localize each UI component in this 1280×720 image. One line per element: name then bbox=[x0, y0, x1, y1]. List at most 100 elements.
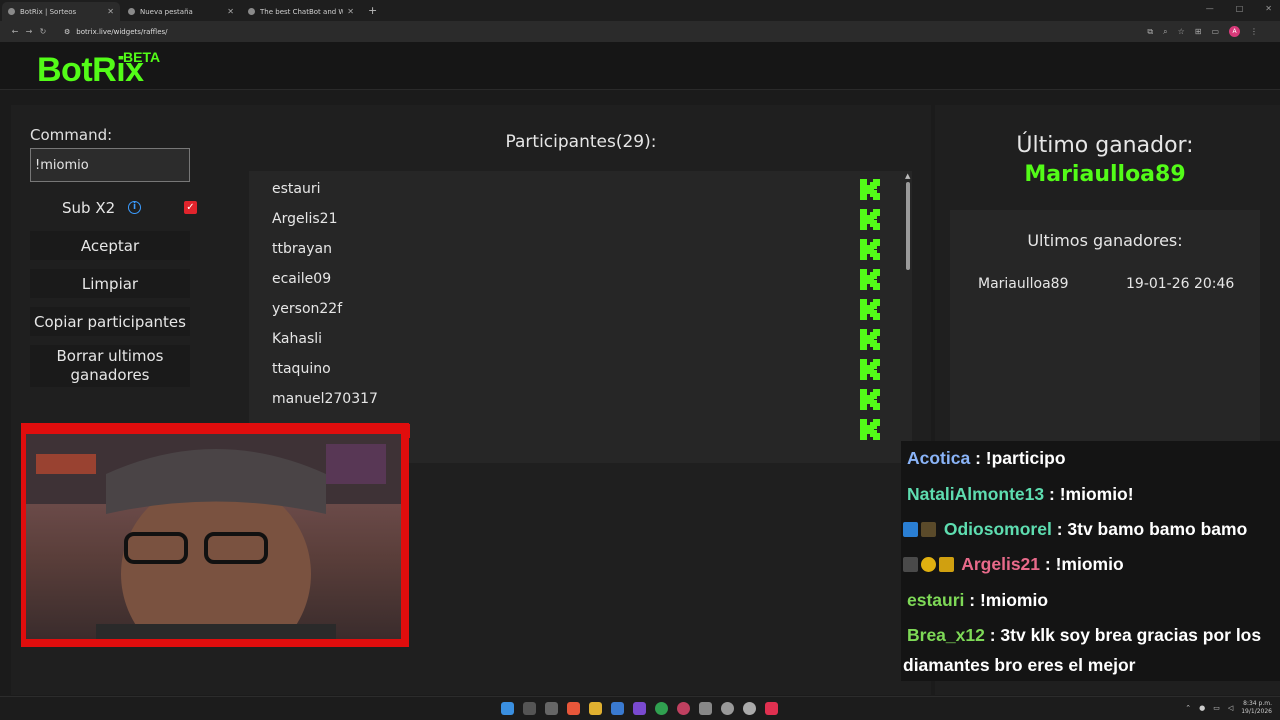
close-tab-icon[interactable]: ✕ bbox=[227, 7, 234, 16]
recent-winner-name: Mariaulloa89 bbox=[978, 276, 1069, 292]
scroll-up-arrow-icon[interactable]: ▲ bbox=[905, 172, 910, 180]
chat-message-continuation: diamantes bro eres el mejor bbox=[903, 655, 1136, 675]
volume-icon[interactable]: ◁ bbox=[1228, 704, 1233, 712]
kick-icon bbox=[860, 269, 880, 290]
network-icon[interactable]: ▭ bbox=[1213, 704, 1220, 712]
twitch-icon[interactable] bbox=[633, 702, 646, 715]
sub-x2-checkbox[interactable]: ✓ bbox=[184, 201, 197, 214]
chat-message: NataliAlmonte13 : !miomio! bbox=[907, 484, 1134, 505]
folder-icon[interactable] bbox=[589, 702, 602, 715]
url-field[interactable]: ⚙ botrix.live/widgets/raffles/ bbox=[64, 28, 168, 36]
chat-username: Argelis21 bbox=[961, 554, 1041, 574]
clock[interactable]: 8:34 p.m. 19/1/2026 bbox=[1241, 700, 1272, 716]
participant-row: Argelis21 bbox=[249, 203, 899, 233]
sub-x2-label: Sub X2 bbox=[62, 199, 116, 217]
streamer-silhouette bbox=[26, 434, 401, 639]
participant-name: Argelis21 bbox=[272, 211, 338, 227]
chat-text: : !miomio bbox=[1044, 554, 1124, 574]
chat-message: Argelis21 : !miomio bbox=[903, 554, 1124, 575]
skull-badge-icon bbox=[921, 522, 936, 537]
extensions-icon[interactable]: ⊞ bbox=[1195, 27, 1202, 36]
close-tab-icon[interactable]: ✕ bbox=[347, 7, 354, 16]
participant-row: ttbrayan bbox=[249, 233, 899, 263]
participant-row: ttaquino bbox=[249, 353, 899, 383]
participant-row: yerson22f bbox=[249, 293, 899, 323]
back-icon[interactable]: ← bbox=[8, 27, 22, 36]
bookmark-star-icon[interactable]: ☆ bbox=[1178, 27, 1185, 36]
sword-badge-icon bbox=[903, 522, 918, 537]
copy-participants-button[interactable]: Copiar participantes bbox=[30, 307, 190, 336]
participant-name: ttbrayan bbox=[272, 241, 332, 257]
participant-name: ttaquino bbox=[272, 361, 331, 377]
maximize-icon[interactable]: □ bbox=[1236, 4, 1244, 13]
chrome-icon[interactable] bbox=[655, 702, 668, 715]
recent-winners-title: Ultimos ganadores: bbox=[1027, 231, 1183, 250]
chat-username: Acotica bbox=[907, 448, 971, 468]
address-bar: ← → ↻ ⚙ botrix.live/widgets/raffles/ ⧉ ⌕… bbox=[0, 21, 1280, 42]
url-text: botrix.live/widgets/raffles/ bbox=[76, 27, 168, 36]
site-header: BotRix BETA bbox=[0, 42, 1280, 90]
participant-row: estauri bbox=[249, 173, 899, 203]
kick-icon bbox=[860, 329, 880, 350]
tab-title: Nueva pestaña bbox=[140, 7, 193, 16]
new-tab-button[interactable]: + bbox=[368, 4, 377, 17]
recent-winner-date: 19-01-26 20:46 bbox=[1126, 276, 1235, 292]
participant-name: ecaile09 bbox=[272, 271, 332, 287]
app-icon[interactable] bbox=[699, 702, 712, 715]
profile-avatar[interactable]: A bbox=[1229, 26, 1240, 37]
kick-icon bbox=[860, 179, 880, 200]
site-info-icon[interactable]: ⚙ bbox=[64, 28, 70, 36]
search-icon[interactable] bbox=[523, 702, 536, 715]
sidebar-icon[interactable]: ▭ bbox=[1211, 27, 1219, 36]
tab-new[interactable]: Nueva pestaña ✕ bbox=[122, 2, 240, 21]
minimize-icon[interactable]: — bbox=[1206, 4, 1214, 13]
clock-date: 19/1/2026 bbox=[1241, 708, 1272, 715]
chrome-profile-icon[interactable] bbox=[677, 702, 690, 715]
close-tab-icon[interactable]: ✕ bbox=[107, 7, 114, 16]
kick-icon bbox=[860, 299, 880, 320]
zoom-icon[interactable]: ⌕ bbox=[1163, 27, 1167, 37]
participant-row: ecaile09 bbox=[249, 263, 899, 293]
start-icon[interactable] bbox=[501, 702, 514, 715]
chat-message: Acotica : !participo bbox=[907, 448, 1066, 469]
clear-button[interactable]: Limpiar bbox=[30, 269, 190, 298]
brave-icon[interactable] bbox=[567, 702, 580, 715]
system-tray: ⌃ ● ▭ ◁ 8:34 p.m. 19/1/2026 bbox=[1185, 700, 1272, 716]
store-icon[interactable] bbox=[611, 702, 624, 715]
chat-message: Brea_x12 : 3tv klk soy brea gracias por … bbox=[907, 625, 1261, 646]
participants-scrollbar[interactable] bbox=[906, 182, 910, 270]
chevron-up-icon[interactable]: ⌃ bbox=[1185, 704, 1191, 712]
beta-badge: BETA bbox=[123, 49, 161, 65]
menu-icon[interactable]: ⋮ bbox=[1250, 27, 1258, 36]
tiktok-icon[interactable] bbox=[765, 702, 778, 715]
participant-name: yerson22f bbox=[272, 301, 343, 317]
obs-icon[interactable] bbox=[721, 702, 734, 715]
browser-tab-bar: BotRix | Sorteos ✕ Nueva pestaña ✕ The b… bbox=[0, 0, 1280, 21]
one-badge-icon bbox=[921, 557, 936, 572]
kick-icon bbox=[860, 419, 880, 440]
participant-name: estauri bbox=[272, 181, 321, 197]
last-winner-title: Último ganador: bbox=[1016, 133, 1194, 158]
info-icon[interactable]: i bbox=[128, 201, 141, 214]
accept-button[interactable]: Aceptar bbox=[30, 231, 190, 260]
participant-name: Kahasli bbox=[272, 331, 323, 347]
mic-icon[interactable]: ● bbox=[1199, 704, 1205, 712]
chat-text: : !participo bbox=[975, 448, 1066, 468]
participant-row: manuel270317 bbox=[249, 383, 899, 413]
tab-chatbot[interactable]: The best ChatBot and Widgets ✕ bbox=[242, 2, 360, 21]
translate-icon[interactable]: ⧉ bbox=[1147, 27, 1153, 37]
crown-badge-icon bbox=[939, 557, 954, 572]
steam-icon[interactable] bbox=[743, 702, 756, 715]
close-window-icon[interactable]: ✕ bbox=[1265, 4, 1272, 13]
tab-botrix[interactable]: BotRix | Sorteos ✕ bbox=[2, 2, 120, 21]
kick-icon bbox=[860, 239, 880, 260]
clock-time: 8:34 p.m. bbox=[1243, 700, 1272, 707]
delete-last-winners-button[interactable]: Borrar ultimos ganadores bbox=[30, 345, 190, 387]
participants-list[interactable]: estauri Argelis21 ttbrayan ecaile09 yerson22… bbox=[249, 171, 912, 463]
chat-text: : 3tv klk soy brea gracias por los bbox=[989, 625, 1262, 645]
forward-icon[interactable]: → bbox=[22, 27, 36, 36]
task-view-icon[interactable] bbox=[545, 702, 558, 715]
chat-username: Odiosomorel bbox=[943, 519, 1052, 539]
reload-icon[interactable]: ↻ bbox=[36, 27, 50, 36]
command-input[interactable] bbox=[30, 148, 190, 182]
